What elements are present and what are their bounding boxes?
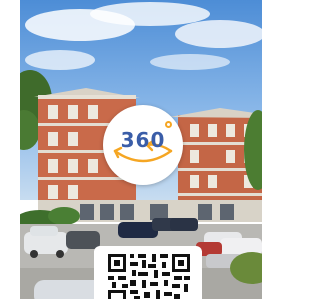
virtual-tour-360-button[interactable]: 360 xyxy=(103,105,183,185)
virtual-tour-label: 360 xyxy=(120,128,166,152)
hotel-photo-card[interactable]: 360 xyxy=(20,0,262,299)
qr-code-panel xyxy=(94,246,202,299)
degree-icon xyxy=(165,121,172,128)
qr-code-icon xyxy=(108,254,190,299)
